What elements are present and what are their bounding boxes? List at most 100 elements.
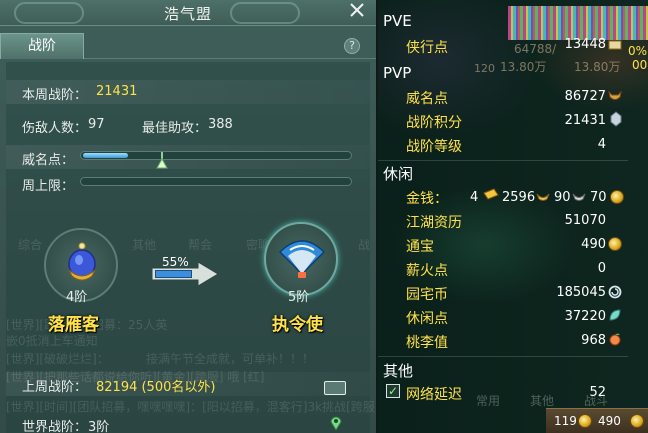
prestige-marker-icon: [156, 152, 168, 169]
bottom-left-value: 119: [554, 414, 577, 428]
tab-bar: 战阶 ?: [0, 33, 376, 59]
item-tongbao-value: 490: [581, 237, 606, 252]
buff-strip: [508, 6, 648, 40]
next-title-name: 执令使: [272, 315, 323, 335]
item-xiaxing-value: 13448: [564, 37, 606, 52]
item-xinhuo-label: 薪火点: [406, 263, 448, 279]
help-button[interactable]: ?: [344, 38, 360, 54]
bottom-currency-bar: 119 490: [546, 408, 648, 433]
item-money-label: 金钱：: [406, 191, 448, 207]
peach-icon: [609, 333, 621, 346]
ghost-stat: 120: [474, 62, 495, 75]
current-title-name: 落雁客: [48, 315, 99, 335]
kills-label: 伤敌人数：: [22, 121, 88, 136]
current-title-rank: 4阶: [66, 290, 88, 305]
item-yuanzhai-label: 园宅币: [406, 287, 448, 303]
world-rank-label: 世界战阶：: [22, 420, 88, 433]
section-divider: [378, 160, 628, 161]
item-taoli-label: 桃李值: [406, 335, 448, 351]
silver-ingot-icon: [536, 193, 550, 201]
ghost-stat: 13.80万: [574, 60, 621, 74]
ghost-tab: 其他: [530, 394, 555, 408]
latency-checkbox[interactable]: ✓: [386, 384, 400, 398]
guild-rank-panel: 浩气盟 战阶 ? 综合 其他 帮会 密聊 世界 战 [世界][跨服房间招募：25…: [0, 0, 376, 433]
weekly-cap-progress-bar: [80, 177, 352, 186]
money-copper-a-value: 90: [554, 190, 571, 205]
item-jianghu-value: 51070: [564, 213, 606, 228]
edge-percent: 00: [632, 58, 648, 72]
money-silver-value: 2596: [502, 190, 536, 205]
ghost-chat-line: [世界][破破烂烂]：: [6, 352, 109, 366]
weekly-cap-label: 周上限：: [22, 179, 75, 194]
item-yuanzhai-value: 185045: [556, 285, 606, 300]
item-rank-level-value: 4: [597, 137, 606, 152]
ghost-chat-tab: 帮会: [188, 238, 213, 252]
last-week-rank-label: 上周战阶：: [22, 380, 88, 395]
prestige-label: 威名点：: [22, 153, 75, 168]
money-copper-b-value: 70: [590, 190, 607, 205]
panel-title: 浩气盟: [163, 5, 212, 23]
item-leisure-points-label: 休闲点: [406, 311, 448, 327]
ghost-chat-tab: 其他: [132, 238, 157, 252]
fan-icon: [278, 240, 326, 278]
copper-coin-icon: [610, 190, 624, 204]
copper-ingot-icon: [572, 193, 586, 201]
title-progress-fill: [155, 270, 192, 278]
panel-title-bar: 浩气盟: [0, 0, 376, 26]
close-button[interactable]: [346, 1, 368, 23]
best-assist-value: 388: [208, 117, 233, 132]
item-prestige-value: 86727: [564, 89, 606, 104]
section-divider: [378, 356, 628, 357]
gold-brick-icon: [483, 188, 499, 200]
currency-overview-panel: 64788/ 13.80万 13.80万 120 0% 00 PVE 侠行点 1…: [376, 0, 648, 433]
weekly-rank-value: 21431: [96, 84, 138, 99]
ghost-tab: 战斗: [584, 394, 609, 408]
ghost-chat-line: 接满午节全成就，可单补！！！: [146, 352, 315, 366]
coin-icon: [608, 237, 622, 251]
title-progress-arrow: [152, 262, 228, 296]
item-xinhuo-value: 0: [597, 261, 606, 276]
reward-box-icon[interactable]: [324, 381, 346, 395]
tab-rank[interactable]: 战阶: [0, 33, 84, 59]
section-leisure: 休闲: [383, 165, 414, 183]
weekly-rank-label: 本周战阶：: [22, 88, 88, 103]
section-pvp: PVP: [383, 64, 412, 82]
prestige-progress-fill: [83, 153, 128, 158]
scroll-icon: [608, 40, 622, 50]
last-week-rank-value: 82194 (500名以外): [96, 380, 216, 395]
next-title-rank: 5阶: [288, 290, 310, 305]
kills-value: 97: [88, 117, 105, 132]
map-pin-icon[interactable]: [330, 415, 342, 431]
bottom-right-value: 490: [598, 414, 621, 428]
ghost-chat-tab: 战: [358, 238, 371, 252]
item-rank-points-value: 21431: [564, 113, 606, 128]
bottom-coin-icon: [578, 414, 592, 428]
leaf-icon: [609, 309, 621, 321]
prestige-progress-bar: [80, 151, 352, 160]
ghost-chat-line: [世界][时间][团队招募，嘿嘿嘿嘿]：[阳以招募，混客行]3k挑战[跨服]: [6, 400, 376, 414]
item-rank-level-label: 战阶等级: [406, 139, 462, 155]
item-leisure-points-value: 37220: [564, 309, 606, 324]
next-title-emblem[interactable]: [264, 222, 338, 296]
purple-bag-icon: [68, 242, 96, 281]
ghost-chat-tab: 综合: [18, 238, 43, 252]
close-icon: [350, 3, 364, 17]
ghost-stat: 13.80万: [500, 60, 547, 74]
ox-head-icon: [608, 90, 622, 100]
edge-percent: 0%: [628, 44, 648, 58]
spiral-coin-icon: [608, 285, 622, 299]
best-assist-label: 最佳助攻：: [142, 121, 208, 136]
item-jianghu-label: 江湖资历: [406, 215, 462, 231]
section-other: 其他: [383, 362, 414, 380]
section-pve: PVE: [383, 12, 412, 30]
item-prestige-label: 威名点: [406, 91, 448, 107]
item-taoli-value: 968: [581, 333, 606, 348]
ghost-tab: 常用: [476, 394, 501, 408]
world-rank-value: 3阶: [88, 420, 110, 433]
bottom-coin-icon: [630, 414, 644, 428]
item-xiaxing-label: 侠行点: [406, 40, 448, 56]
item-latency-label: 网络延迟: [406, 387, 462, 403]
item-tongbao-label: 通宝: [406, 239, 434, 255]
rank-content: 综合 其他 帮会 密聊 世界 战 [世界][跨服房间招募：25人英 嵌0抵消上车…: [6, 62, 376, 433]
money-gold-value: 4: [470, 190, 479, 205]
